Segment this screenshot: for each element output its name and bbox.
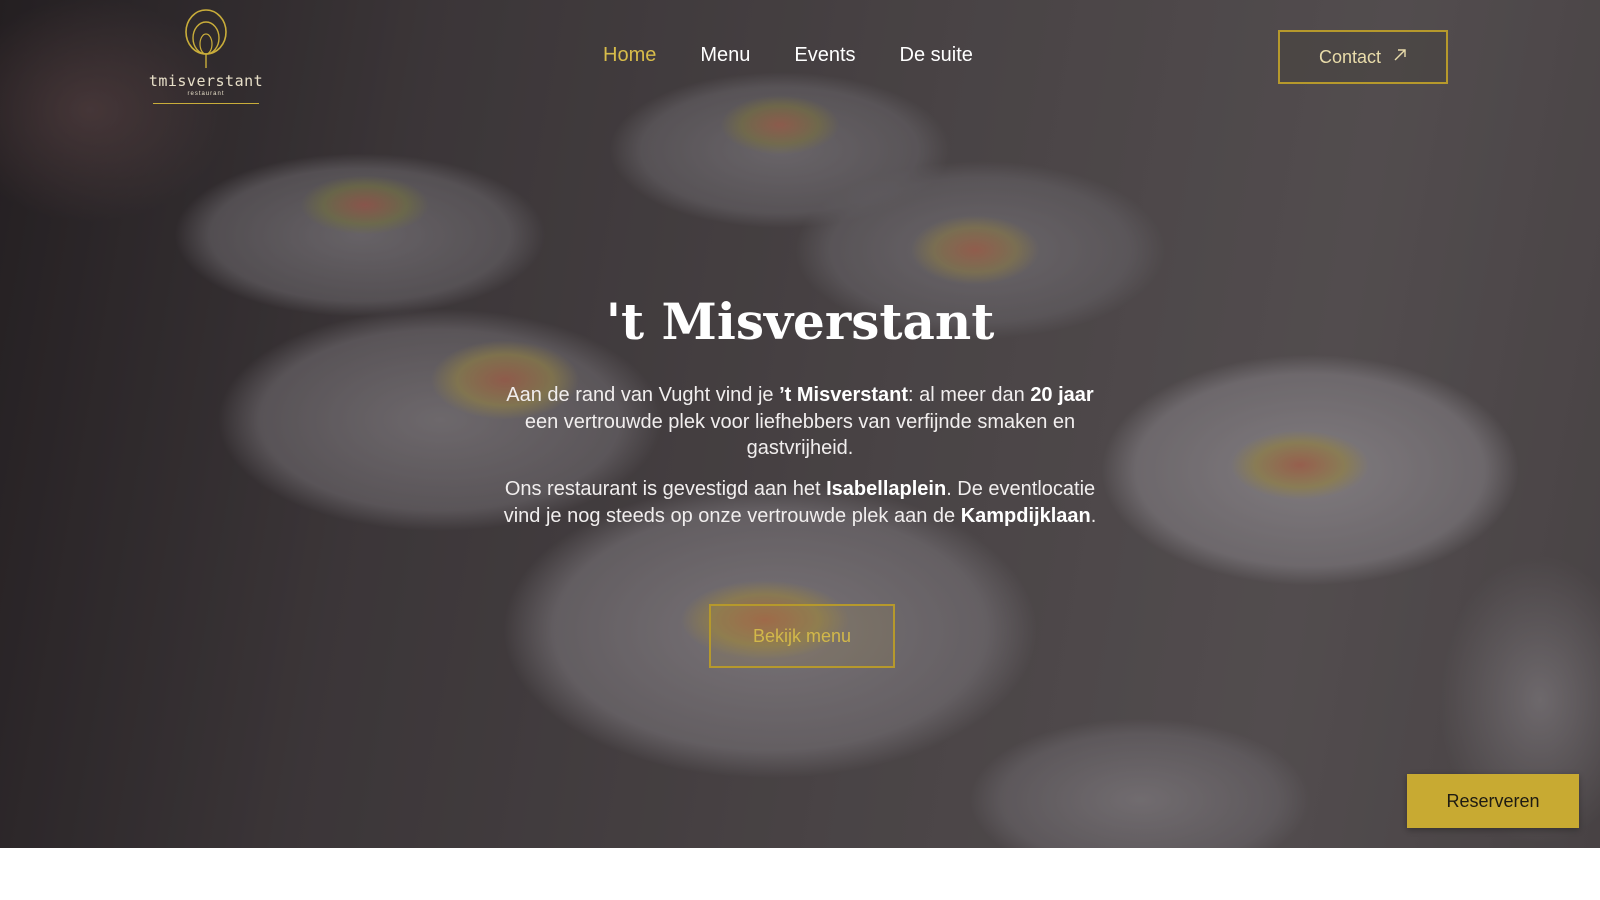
reserve-button[interactable]: Reserveren <box>1407 774 1579 828</box>
location-bold-isabellaplein: Isabellaplein <box>826 478 947 500</box>
nav-item-home[interactable]: Home <box>603 44 656 67</box>
hero-location-paragraph: Ons restaurant is gevestigd aan het Isab… <box>495 476 1105 529</box>
contact-button-label: Contact <box>1318 46 1382 67</box>
hero-title: 't Misverstant <box>605 292 995 351</box>
intro-bold-name: ’t Misverstant <box>779 384 909 406</box>
intro-text: : al meer dan <box>908 384 1031 406</box>
restaurant-logo[interactable]: tmisverstant restaurant <box>148 8 264 106</box>
intro-bold-years: 20 jaar <box>1030 384 1094 406</box>
intro-text: Aan de rand van Vught vind je <box>506 384 780 406</box>
hero-intro-paragraph: Aan de rand van Vught vind je ’t Misvers… <box>495 382 1105 462</box>
nav-item-menu[interactable]: Menu <box>700 44 750 67</box>
main-navigation: Home Menu Events De suite <box>603 44 1017 67</box>
logo-emblem-icon <box>185 9 227 68</box>
logo-subtitle: restaurant <box>187 91 225 97</box>
nav-item-de-suite[interactable]: De suite <box>900 44 973 67</box>
contact-button[interactable]: Contact <box>1278 30 1448 84</box>
nav-item-events[interactable]: Events <box>794 44 855 67</box>
arrow-up-right-icon <box>1393 48 1407 67</box>
logo-underline <box>153 103 259 104</box>
location-text: Ons restaurant is gevestigd aan het <box>504 478 827 500</box>
location-text: . <box>1090 504 1097 527</box>
view-menu-button[interactable]: Bekijk menu <box>709 604 895 668</box>
intro-text: een vertrouwde plek voor liefhebbers van… <box>524 410 1076 460</box>
location-bold-kampdijklaan: Kampdijklaan <box>960 504 1091 527</box>
logo-name: tmisverstant <box>148 72 264 90</box>
